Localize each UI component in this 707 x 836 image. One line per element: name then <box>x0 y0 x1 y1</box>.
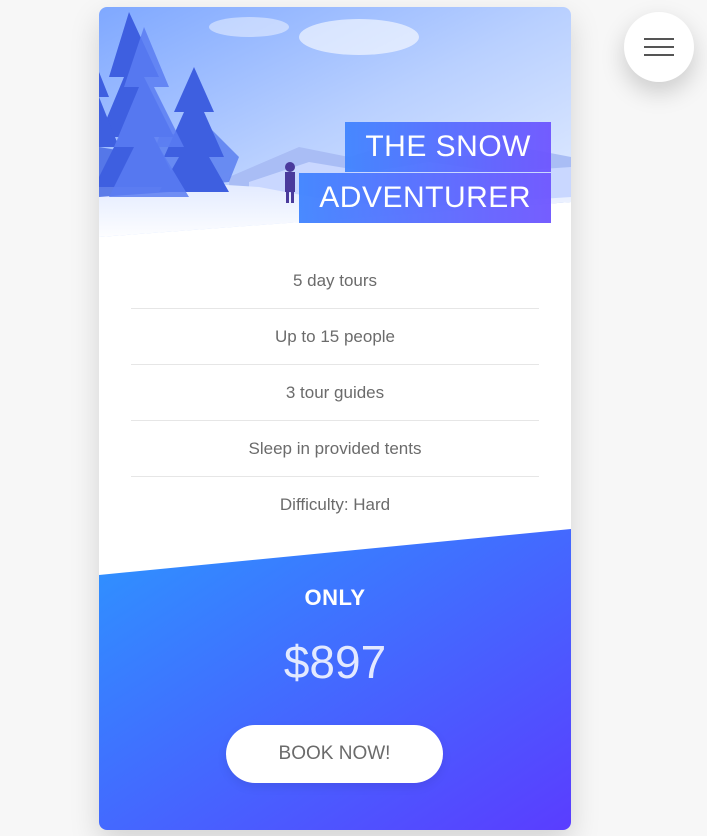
feature-item-accommodation: Sleep in provided tents <box>131 421 539 477</box>
card-hero-image: THE SNOW ADVENTURER <box>99 7 571 242</box>
tour-card: THE SNOW ADVENTURER 5 day tours Up to 15… <box>99 7 571 830</box>
feature-item-difficulty: Difficulty: Hard <box>279 495 391 514</box>
price-value: $897 <box>283 636 387 688</box>
feature-item-group-size: Up to 15 people <box>131 309 539 365</box>
feature-list: 5 day tours Up to 15 people 3 tour guide… <box>131 253 539 533</box>
card-title-line-2: ADVENTURER <box>299 173 551 223</box>
book-now-button[interactable]: BOOK NOW! <box>226 725 443 783</box>
feature-item-duration: 5 day tours <box>131 253 539 309</box>
hamburger-menu-icon <box>644 38 674 56</box>
feature-item-guides: 3 tour guides <box>131 365 539 421</box>
menu-button[interactable] <box>624 12 694 82</box>
price-section: ONLY $897 BOOK NOW! <box>99 529 571 830</box>
card-title-line-1: THE SNOW <box>345 122 551 172</box>
price-label: ONLY <box>304 585 366 610</box>
